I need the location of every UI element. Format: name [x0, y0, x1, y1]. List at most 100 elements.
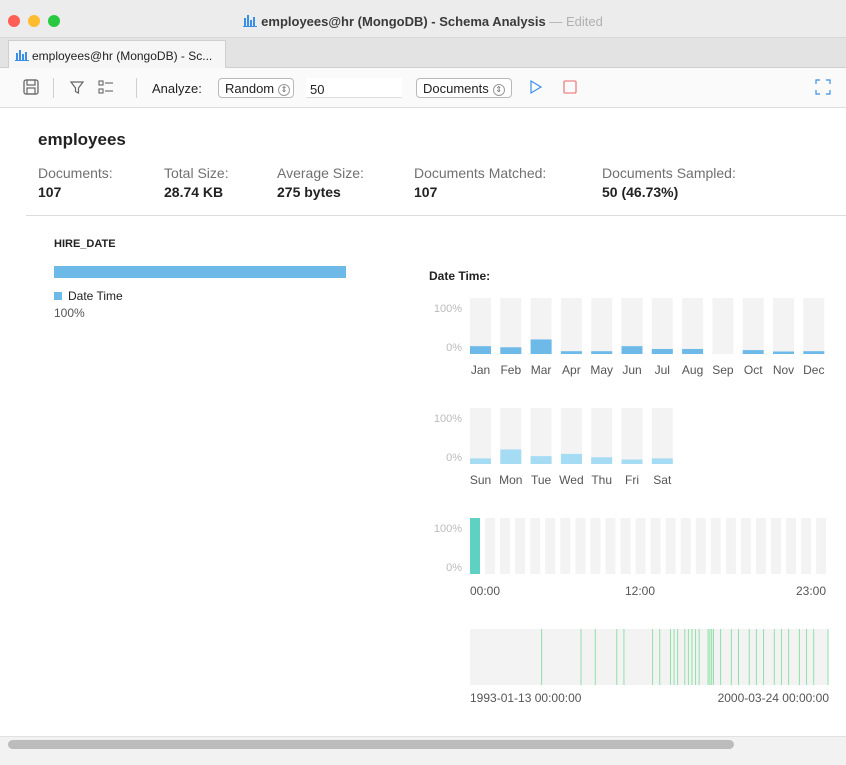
hour-x-label: 00:00 — [470, 584, 500, 598]
chart-title: Date Time: — [429, 269, 490, 283]
window-title-text: employees@hr (MongoDB) - Schema Analysis — [261, 14, 546, 29]
month-bar — [470, 346, 491, 354]
month-bar — [682, 348, 704, 354]
month-bar — [591, 351, 613, 354]
month-bar — [773, 351, 794, 354]
month-x-label: Oct — [744, 363, 763, 377]
hour-bar-bg — [801, 518, 812, 574]
sampling-mode-select[interactable]: Random ⇕ — [218, 78, 294, 98]
tab-schema-analysis[interactable]: employees@hr (MongoDB) - Sc... — [8, 40, 226, 68]
hour-bar-bg — [590, 518, 601, 574]
y-tick-label: 100% — [434, 413, 462, 425]
month-bar-bg — [712, 298, 734, 354]
schema-chart-icon — [15, 50, 29, 61]
weekday-x-label: Tue — [531, 473, 552, 487]
hour-bar-bg — [771, 518, 781, 574]
filter-icon[interactable] — [68, 78, 86, 96]
horizontal-scrollbar[interactable] — [8, 740, 734, 749]
timeline-min-label: 1993-01-13 00:00:00 — [470, 691, 582, 705]
hour-bar-bg — [786, 518, 797, 574]
title-bar: employees@hr (MongoDB) - Schema Analysis… — [0, 0, 846, 38]
weekday-bar — [500, 449, 522, 464]
month-bar-bg — [773, 298, 794, 354]
hour-bar-bg — [575, 518, 586, 574]
weekday-bar — [530, 456, 552, 464]
hour-bar-bg — [650, 518, 661, 574]
month-bar-bg — [803, 298, 825, 354]
fields-icon[interactable] — [97, 78, 115, 96]
weekday-x-label: Wed — [559, 473, 583, 487]
weekday-x-label: Sat — [653, 473, 672, 487]
hour-x-label: 12:00 — [625, 584, 655, 598]
hour-bar — [470, 518, 480, 574]
hour-bar-bg — [605, 518, 616, 574]
analyze-target-select[interactable]: Documents ⇕ — [416, 78, 512, 98]
app-window: employees@hr (MongoDB) - Schema Analysis… — [0, 0, 846, 765]
y-tick-label: 0% — [446, 562, 462, 574]
month-bar-bg — [651, 298, 673, 354]
month-bar-bg — [621, 298, 643, 354]
analyze-target-value: Documents — [423, 81, 489, 96]
schema-chart-icon — [243, 15, 258, 27]
month-x-label: Feb — [500, 363, 521, 377]
hour-bar-bg — [560, 518, 571, 574]
sampling-mode-value: Random — [225, 81, 275, 96]
window-title-status: Edited — [565, 14, 603, 29]
month-bar — [651, 348, 673, 354]
hour-x-label: 23:00 — [796, 584, 826, 598]
weekday-x-label: Mon — [499, 473, 522, 487]
weekday-bar — [470, 458, 491, 464]
hour-bar-bg — [500, 518, 511, 574]
y-tick-label: 100% — [434, 523, 462, 535]
weekday-bar-bg — [530, 408, 552, 464]
weekday-bar-bg — [591, 408, 613, 464]
y-tick-label: 0% — [446, 342, 462, 354]
stop-icon[interactable] — [561, 78, 579, 96]
schema-content: employees Documents: 107 Total Size: 28.… — [8, 108, 846, 736]
hour-bar-bg — [620, 518, 631, 574]
hour-bar-bg — [725, 518, 736, 574]
weekday-bar-bg — [651, 408, 673, 464]
toolbar: Analyze: Random⇕ Documents⇕ — [0, 68, 846, 108]
month-bar-bg — [591, 298, 613, 354]
chevron-updown-icon: ⇕ — [492, 84, 505, 96]
save-icon[interactable] — [22, 78, 40, 96]
timeline-max-label: 2000-03-24 00:00:00 — [718, 691, 830, 705]
month-bar — [803, 351, 825, 354]
weekday-bar — [591, 457, 613, 464]
toolbar-divider — [136, 78, 137, 98]
month-x-label: Apr — [562, 363, 581, 377]
fullscreen-icon[interactable] — [814, 78, 832, 96]
month-bar — [560, 351, 582, 354]
month-bar — [530, 339, 552, 354]
analyze-label: Analyze: — [152, 81, 202, 96]
month-x-label: Jun — [622, 363, 641, 377]
hour-bar-bg — [635, 518, 646, 574]
month-x-label: Dec — [803, 363, 824, 377]
month-bar — [500, 347, 522, 354]
window-title: employees@hr (MongoDB) - Schema Analysis… — [0, 14, 846, 29]
window-title-separator: — — [545, 14, 566, 29]
month-x-label: Sep — [712, 363, 734, 377]
hour-bar-bg — [695, 518, 706, 574]
date-time-charts: Date Time: 100% 0% Jan Feb Mar Apr May Jun Jul Aug… — [429, 269, 830, 705]
month-bar-bg — [742, 298, 764, 354]
hour-bar-bg — [680, 518, 691, 574]
weekday-x-label: Sun — [470, 473, 491, 487]
month-bar-bg — [470, 298, 491, 354]
month-x-label: Aug — [682, 363, 703, 377]
weekday-x-label: Fri — [625, 473, 639, 487]
hour-bar-bg — [530, 518, 541, 574]
month-bar-bg — [500, 298, 522, 354]
sample-size-input[interactable] — [306, 78, 402, 98]
chevron-updown-icon: ⇕ — [278, 84, 291, 96]
month-x-label: Jan — [471, 363, 490, 377]
y-tick-label: 0% — [446, 452, 462, 464]
tab-bar: employees@hr (MongoDB) - Sc... — [0, 38, 846, 68]
hour-bar-bg — [515, 518, 526, 574]
month-bar — [621, 346, 643, 354]
weekday-bar — [651, 458, 673, 464]
month-x-label: Nov — [773, 363, 794, 377]
hour-bar-bg — [665, 518, 676, 574]
play-icon[interactable] — [527, 78, 545, 96]
